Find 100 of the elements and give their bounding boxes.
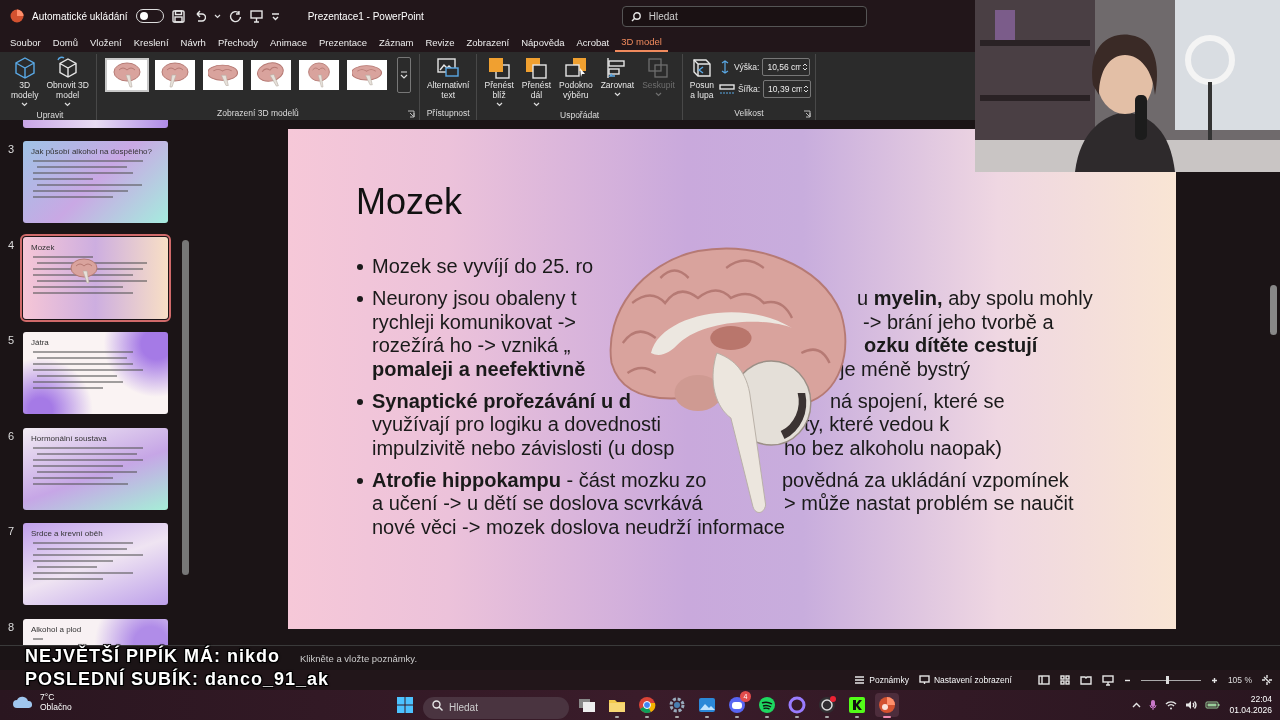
battery-icon[interactable] [1205, 700, 1222, 711]
microphone-icon[interactable] [1149, 699, 1158, 712]
slide-thumbnail[interactable]: Játra [23, 332, 168, 414]
slide-thumbnail[interactable] [23, 120, 168, 128]
reading-view-icon[interactable] [1079, 675, 1092, 685]
redo-icon[interactable] [228, 9, 242, 23]
view-thumbnail[interactable] [296, 58, 341, 92]
menu-tab[interactable]: Acrobat [570, 34, 616, 52]
menu-tab[interactable]: Revize [419, 34, 461, 52]
brain-icon [207, 62, 238, 88]
notes-icon [854, 675, 866, 685]
caret-icon [213, 13, 221, 19]
ribbon-button[interactable]: Přenést blíž [481, 54, 517, 109]
size-field[interactable]: 10,39 cm [763, 80, 812, 98]
width-icon [718, 83, 735, 95]
gallery-more-button[interactable] [396, 57, 411, 93]
music-icon [758, 696, 776, 714]
menu-tab[interactable]: Vložení [84, 34, 128, 52]
spinner-icon[interactable] [802, 62, 809, 72]
menu-tab[interactable]: Zobrazení [460, 34, 516, 52]
menu-tab[interactable]: Přechody [211, 34, 264, 52]
zoom-in-icon[interactable] [1210, 676, 1218, 684]
menu-tab[interactable]: Nápověda [515, 34, 571, 52]
monitor-icon [918, 675, 930, 685]
bring-forward-icon [487, 56, 512, 80]
fit-slide-icon[interactable] [1262, 675, 1272, 685]
presenter-icon[interactable] [249, 9, 263, 23]
menu-tab[interactable]: Domů [46, 34, 84, 52]
browser-icon [638, 696, 656, 714]
view-thumbnail[interactable] [344, 58, 389, 92]
autosave-label: Automatické ukládání [32, 9, 128, 24]
slide-thumbnail[interactable]: Hormonální soustava [23, 427, 168, 510]
view-thumbnail[interactable] [152, 58, 197, 92]
slide-number: 7 [7, 524, 16, 539]
zoom-percent[interactable]: 105 % [1227, 673, 1252, 687]
overlay-caption: POSLEDNÍ SUBÍK: danco_91_ak [25, 668, 330, 690]
ring-icon [788, 696, 806, 714]
spinner-icon[interactable] [803, 84, 810, 94]
menu-tab[interactable]: Kreslení [127, 34, 175, 52]
taskbar-search-field[interactable]: Hledat [423, 696, 569, 719]
bullet-text: Synaptické prořezávání u d [372, 389, 631, 412]
thumbnail-title: Jak působí alkohol na dospělého? [31, 147, 153, 157]
launcher-icon[interactable] [406, 110, 415, 118]
bullet-text: Atrofie hippokampu - část mozku zo [372, 468, 707, 491]
scrollbar[interactable] [1270, 285, 1277, 335]
slide-thumbnail[interactable]: Alkohol a plod [23, 618, 168, 645]
ribbon-button[interactable]: Alternativní text [423, 54, 473, 103]
grid-view-icon[interactable] [1059, 675, 1070, 685]
app-logo-icon [10, 9, 24, 23]
notes-button[interactable]: Poznámky [854, 673, 909, 687]
customize-icon[interactable] [270, 11, 280, 21]
ribbon-button[interactable]: Přenést dál [518, 54, 555, 109]
overlay-caption: NEJVĚTŠÍ PIPÍK MÁ: nikdo [25, 645, 281, 667]
thumbnail-title: Hormonální soustava [31, 433, 108, 444]
chevron-up-icon[interactable] [1132, 702, 1142, 709]
presenter-icon[interactable] [1101, 674, 1114, 686]
group-icon [646, 56, 671, 80]
field-label: Šířka: [737, 82, 761, 96]
menu-tab[interactable]: Soubor [4, 34, 47, 52]
taskbar-app[interactable] [875, 693, 899, 717]
slide-number: 6 [7, 428, 16, 444]
menu-tab[interactable]: Návrh [174, 34, 212, 52]
volume-icon[interactable] [1185, 700, 1198, 711]
slide-thumbnail[interactable]: Mozek [23, 236, 168, 319]
normal-view-icon[interactable] [1037, 675, 1050, 685]
size-field[interactable]: 10,56 cm [762, 58, 811, 76]
cube-icon [12, 56, 37, 80]
search-field[interactable]: Hledat [621, 5, 867, 27]
view-thumbnail[interactable] [200, 58, 245, 92]
chat-icon [728, 696, 746, 714]
record-icon [818, 696, 836, 714]
cube-icon [55, 56, 80, 80]
launcher-icon[interactable] [803, 110, 812, 118]
save-icon[interactable] [171, 9, 185, 23]
menu-tab[interactable]: Prezentace [313, 34, 374, 52]
menu-tab[interactable]: Záznam [373, 34, 420, 52]
cloud-icon[interactable] [12, 695, 34, 710]
view-settings-button[interactable]: Nastavení zobrazení [918, 673, 1012, 687]
scrollbar[interactable] [182, 240, 189, 575]
slide-number: 5 [7, 333, 16, 348]
zoom-thumb[interactable] [1166, 676, 1170, 684]
ribbon-button[interactable]: 3D modely [8, 54, 42, 109]
bullet-text: > může nastat problém se naučit [784, 492, 1074, 516]
slide-number: 8 [7, 619, 16, 635]
slide-thumbnail[interactable]: Jak působí alkohol na dospělého? [23, 141, 168, 223]
search-icon [630, 11, 641, 22]
ribbon-button[interactable]: Podokno výběru [556, 54, 596, 103]
slide-thumbnail[interactable]: Srdce a krevní oběh [23, 523, 168, 605]
zoom-slider[interactable] [1140, 675, 1201, 685]
wifi-icon[interactable] [1165, 700, 1178, 711]
view-thumbnail[interactable] [248, 58, 293, 92]
image-frame-icon [436, 56, 461, 80]
group-label: Upravit [36, 108, 64, 122]
ribbon-button[interactable]: Obnovit 3D model [43, 54, 92, 109]
ribbon-button[interactable]: Zarovnat [597, 54, 638, 99]
ribbon-button[interactable]: Posun a lupa [686, 54, 717, 103]
brain-icon [159, 62, 190, 88]
menu-tab[interactable]: Animace [264, 34, 313, 52]
field-label: Výška: [733, 60, 760, 74]
bullet-text: povědná za ukládání vzpomínek [782, 468, 1069, 492]
